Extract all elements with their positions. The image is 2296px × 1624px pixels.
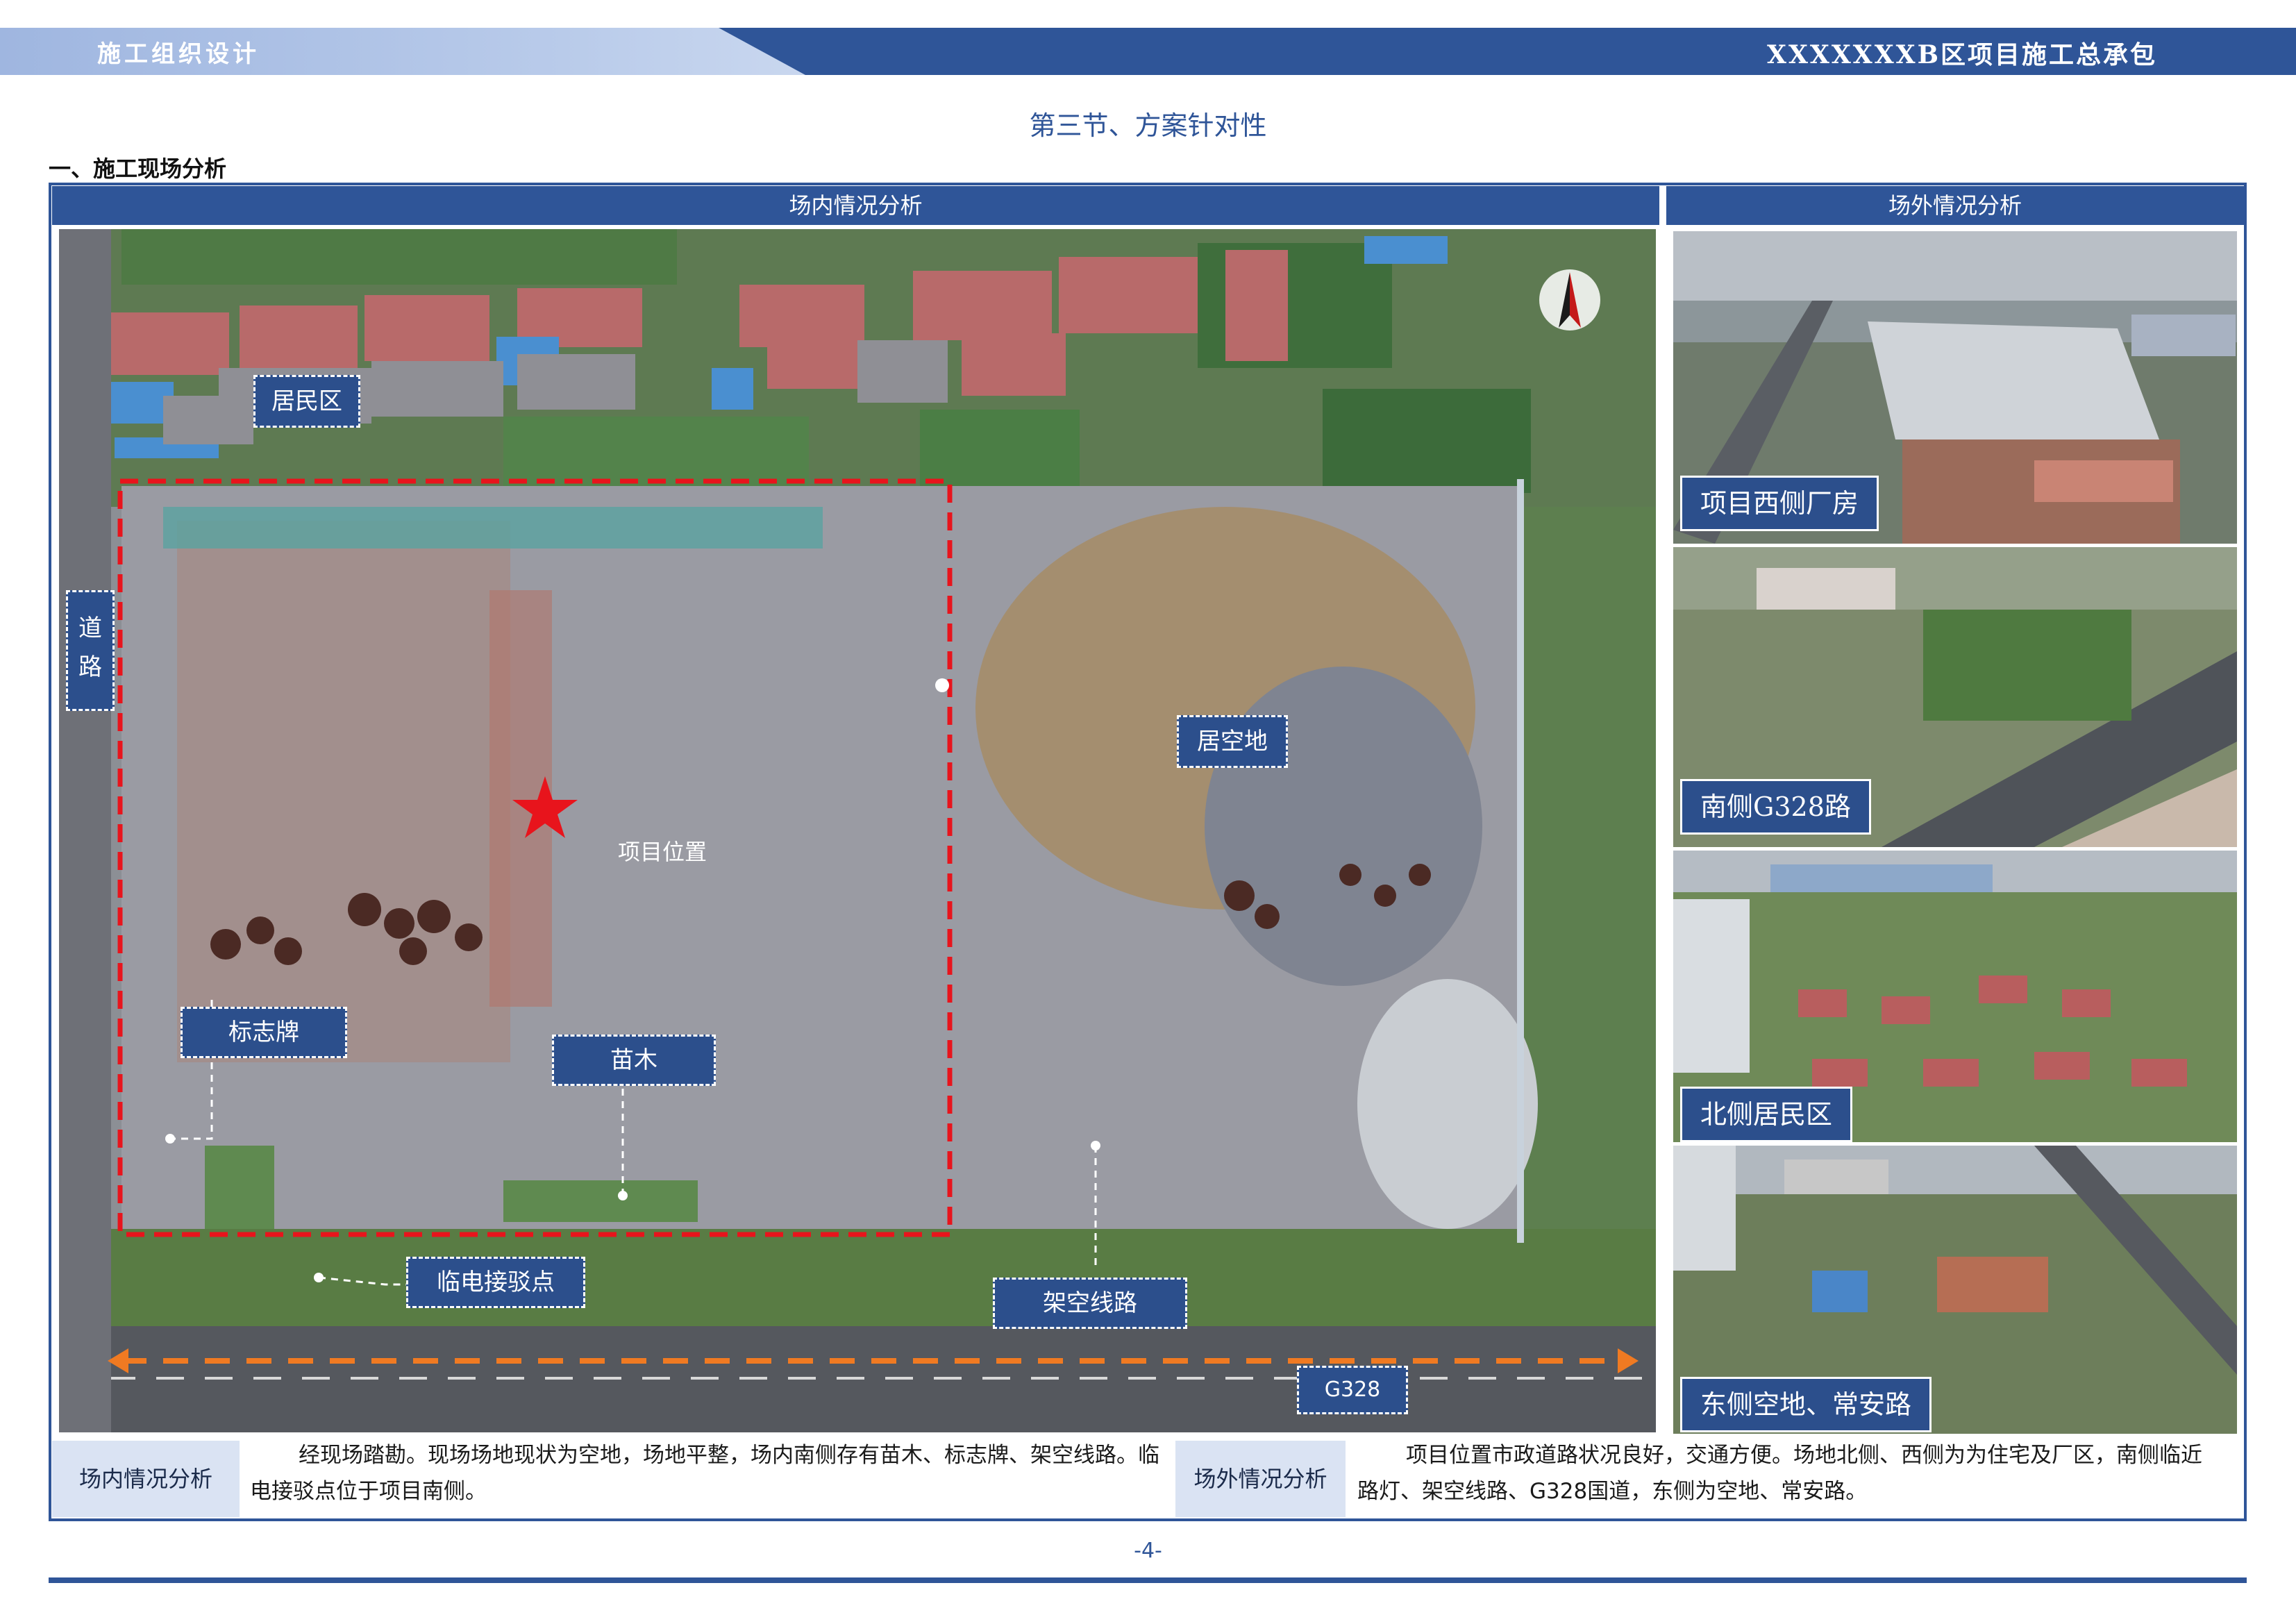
photo-caption-south: 南侧G328路 (1680, 779, 1871, 835)
label-g328: G328 (1297, 1366, 1408, 1414)
summary-outside-text: 项目位置市政道路状况良好，交通方便。场地北侧、西侧为为住宅及厂区，南侧临近路灯、… (1357, 1443, 2202, 1504)
header-left-title: 施工组织设计 (97, 40, 260, 68)
outside-panel-header: 场外情况分析 (1666, 186, 2244, 225)
photo-caption-east: 东侧空地、常安路 (1680, 1377, 1932, 1432)
label-sign: 标志牌 (181, 1007, 347, 1058)
page-number: -4- (1134, 1539, 1162, 1563)
site-aerial-map: 居民区 道路 居空地 项目位置 标志牌 苗木 临电接驳点 架空线路 G328 (59, 229, 1656, 1432)
inside-panel-header: 场内情况分析 (52, 186, 1659, 225)
north-arrow-icon (1539, 269, 1600, 330)
photo-east-vacant: 东侧空地、常安路 (1673, 1146, 2237, 1434)
label-road: 道路 (66, 590, 115, 711)
summary-outside-label: 场外情况分析 (1175, 1441, 1346, 1517)
photo-west-factory: 项目西侧厂房 (1673, 231, 2237, 544)
sub-heading: 一、施工现场分析 (49, 156, 227, 182)
summary-inside-text: 经现场踏勘。现场场地现状为空地，场地平整，场内南侧存有苗木、标志牌、架空线路。临… (250, 1443, 1159, 1504)
label-power-point: 临电接驳点 (406, 1257, 585, 1308)
photo-caption-west: 项目西侧厂房 (1680, 476, 1879, 531)
footer-line (49, 1577, 2247, 1583)
header-right-title: XXXXXXXB区项目施工总承包 (1767, 40, 2157, 69)
label-overhead-line: 架空线路 (993, 1278, 1187, 1329)
photo-south-g328: 南侧G328路 (1673, 547, 2237, 847)
label-seedlings: 苗木 (552, 1035, 716, 1086)
summary-inside-label: 场内情况分析 (52, 1441, 240, 1517)
label-residential: 居民区 (253, 375, 360, 428)
photo-north-residential: 北侧居民区 (1673, 851, 2237, 1142)
photo-caption-north: 北侧居民区 (1680, 1087, 1853, 1142)
label-project-location: 项目位置 (618, 839, 707, 865)
label-vacant: 居空地 (1177, 715, 1288, 768)
section-title: 第三节、方案针对性 (1029, 110, 1267, 141)
